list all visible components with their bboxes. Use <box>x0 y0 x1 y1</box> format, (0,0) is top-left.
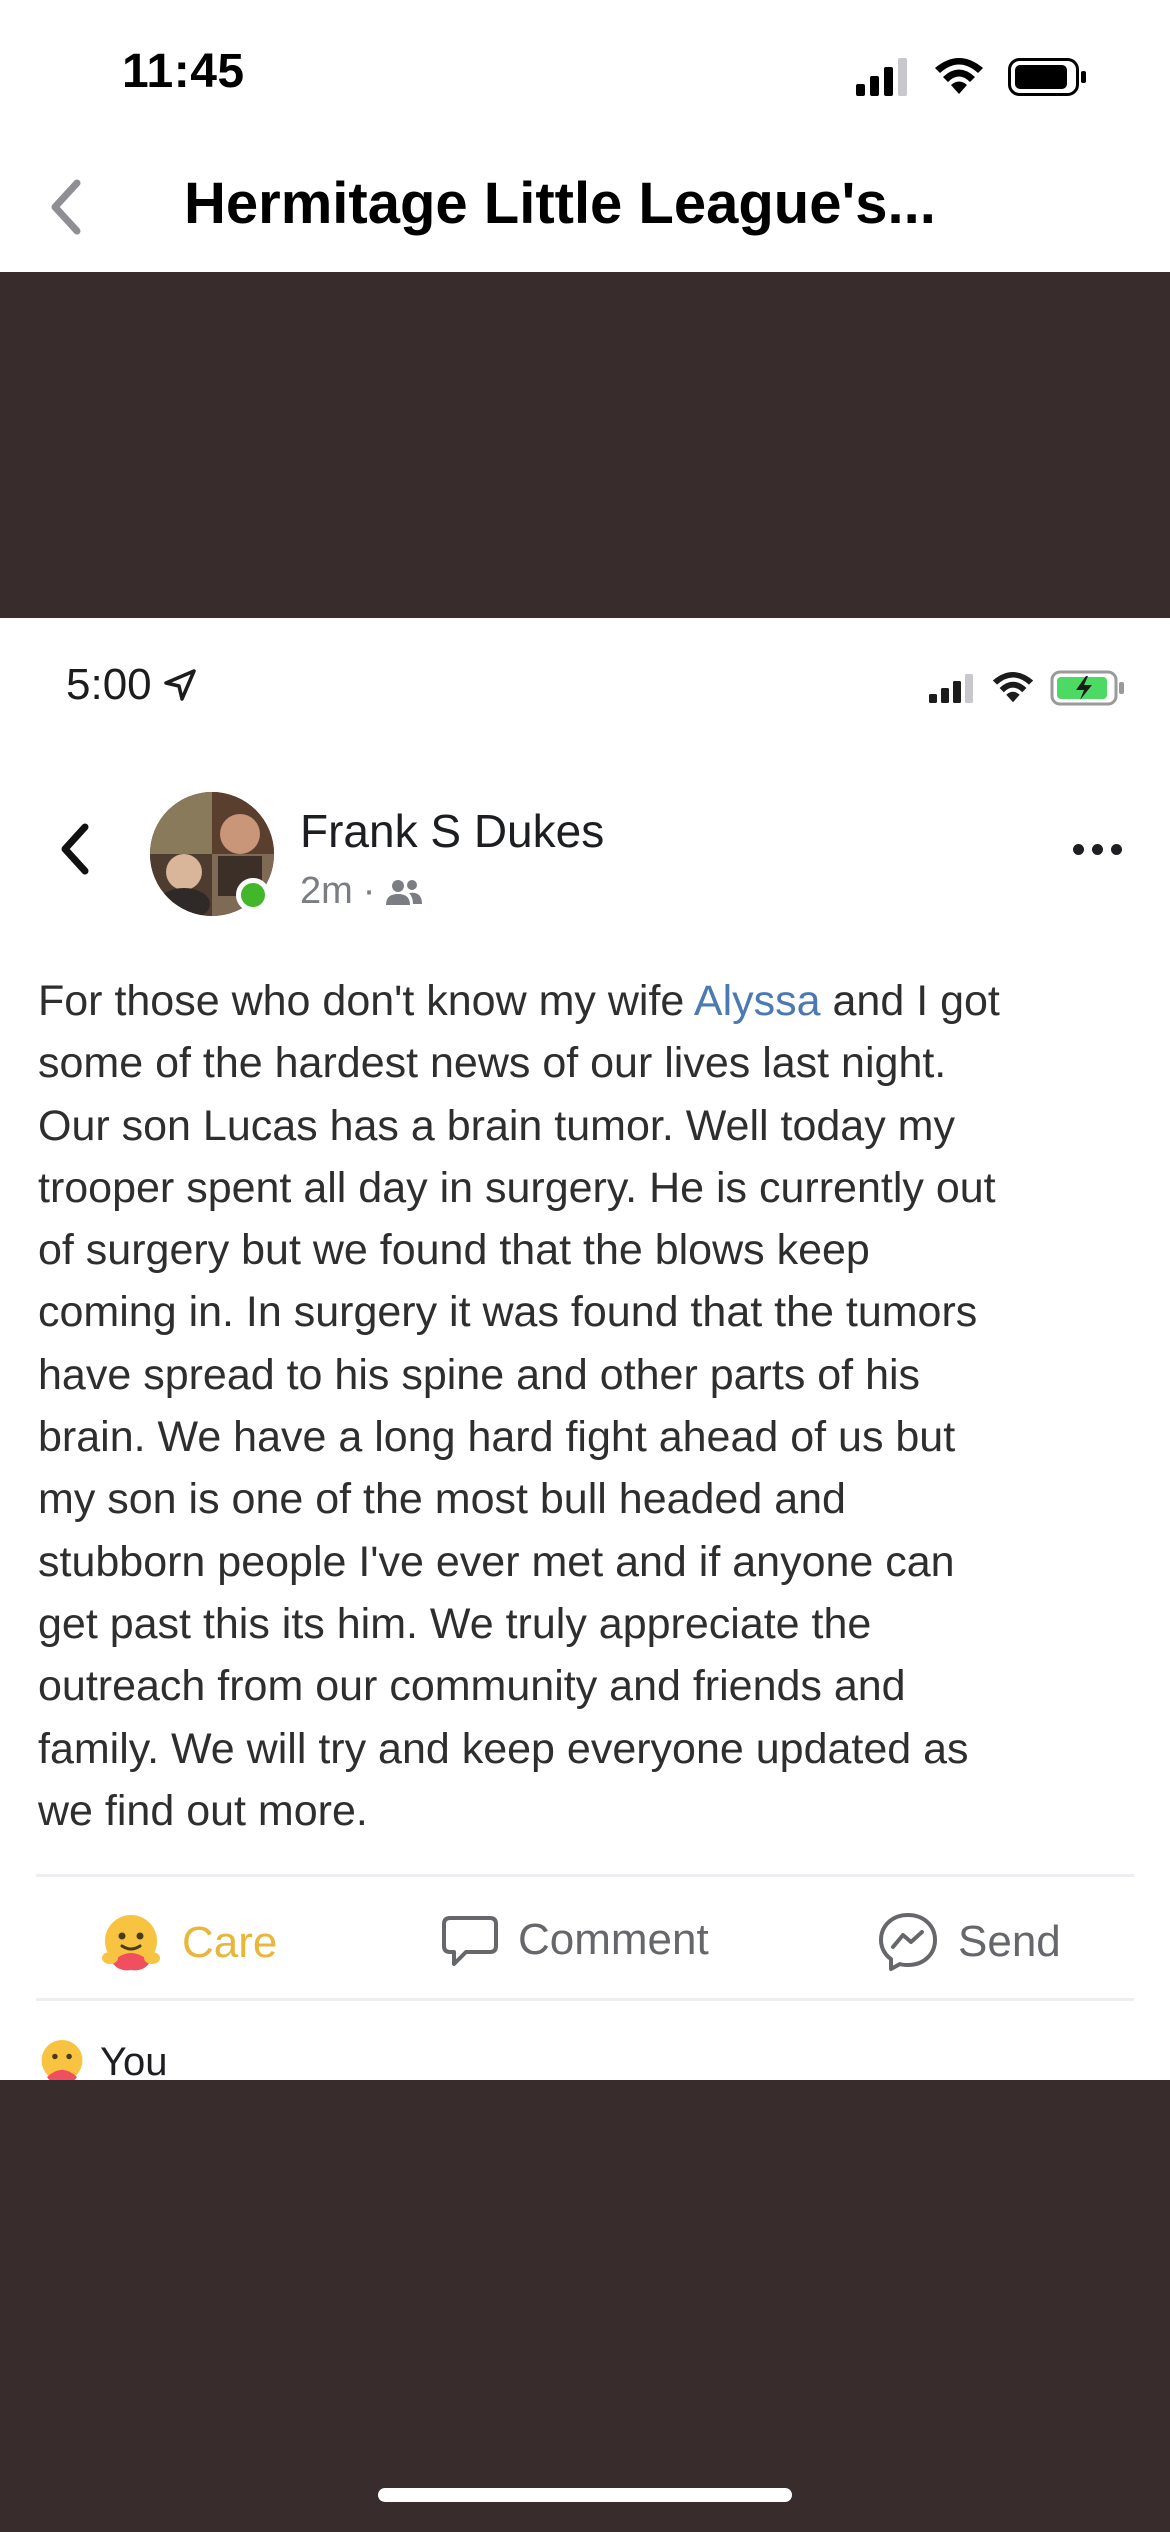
post-line: Our son Lucas has a brain tumor. Well to… <box>38 1101 955 1150</box>
status-time: 11:45 <box>122 45 245 98</box>
battery-icon <box>1050 670 1124 706</box>
post-time[interactable]: 2m <box>300 870 353 913</box>
post-author[interactable]: Frank S Dukes <box>300 804 604 858</box>
wifi-icon <box>992 672 1034 703</box>
post-back-button[interactable] <box>44 814 104 884</box>
reactions-summary[interactable]: You <box>36 2036 168 2080</box>
post-line: we find out more. <box>38 1786 368 1835</box>
post-line: my son is one of the most bull headed an… <box>38 1475 846 1524</box>
inner-status-time: 5:00 <box>66 660 198 710</box>
back-button[interactable] <box>30 172 100 242</box>
post-line: have spread to his spine and other parts… <box>38 1350 921 1399</box>
home-indicator[interactable] <box>378 2488 792 2502</box>
post-line: family. We will try and keep everyone up… <box>38 1724 969 1773</box>
mention-link[interactable]: Alyssa <box>694 977 821 1025</box>
you-label: You <box>100 2039 168 2081</box>
post-line: coming in. In surgery it was found that … <box>38 1288 978 1337</box>
post-line: For those who don't know my wife Alyssa … <box>38 977 1000 1025</box>
send-label: Send <box>958 1917 1061 1966</box>
post-line: trooper spent all day in surgery. He is … <box>38 1163 996 1212</box>
status-bar: 11:45 <box>0 0 1170 150</box>
page-title: Hermitage Little League's... <box>184 171 936 236</box>
post-screenshot: 5:00 Frank S Dukes 2m · For those who do… <box>0 618 1170 2080</box>
online-status-dot <box>236 878 270 912</box>
signal-icon <box>929 674 973 703</box>
divider <box>36 1874 1134 1877</box>
inner-status-icons <box>928 670 1126 706</box>
care-label: Care <box>182 1918 278 1967</box>
post-body: For those who don't know my wife Alyssa … <box>38 970 1138 1842</box>
comment-button[interactable]: Comment <box>440 1910 709 1970</box>
post-line: of surgery but we found that the blows k… <box>38 1226 870 1275</box>
more-options-button[interactable] <box>1073 844 1122 855</box>
chevron-left-icon <box>61 823 89 875</box>
signal-icon <box>856 58 907 96</box>
post-line: get past this its him. We truly apprecia… <box>38 1599 872 1648</box>
comment-label: Comment <box>518 1915 709 1964</box>
wifi-icon <box>935 58 983 94</box>
comment-icon <box>442 1916 498 1966</box>
more-icon <box>1073 844 1084 855</box>
location-arrow-icon <box>163 669 196 701</box>
send-button[interactable]: Send <box>876 1910 1061 1974</box>
post-line: stubborn people I've ever met and if any… <box>38 1537 955 1586</box>
inner-time-text: 5:00 <box>66 660 152 709</box>
image-backdrop-top <box>0 272 1170 618</box>
divider <box>36 1998 1134 2001</box>
battery-icon <box>1008 58 1086 96</box>
care-button[interactable]: Care <box>98 1910 277 1976</box>
friends-icon <box>386 879 423 905</box>
post-line: outreach from our community and friends … <box>38 1662 906 1711</box>
post-line: some of the hardest news of our lives la… <box>38 1039 947 1088</box>
chevron-left-icon <box>51 179 81 235</box>
post-line: brain. We have a long hard fight ahead o… <box>38 1413 956 1462</box>
image-backdrop-bottom <box>0 2080 1170 2532</box>
status-icons <box>854 58 1088 96</box>
meta-separator: · <box>362 870 376 912</box>
care-emoji-icon <box>102 1915 160 1971</box>
messenger-icon <box>879 1913 937 1971</box>
nav-bar: Hermitage Little League's... <box>0 150 1170 272</box>
care-emoji-icon <box>41 2039 83 2080</box>
post-meta: 2m · <box>300 870 423 913</box>
